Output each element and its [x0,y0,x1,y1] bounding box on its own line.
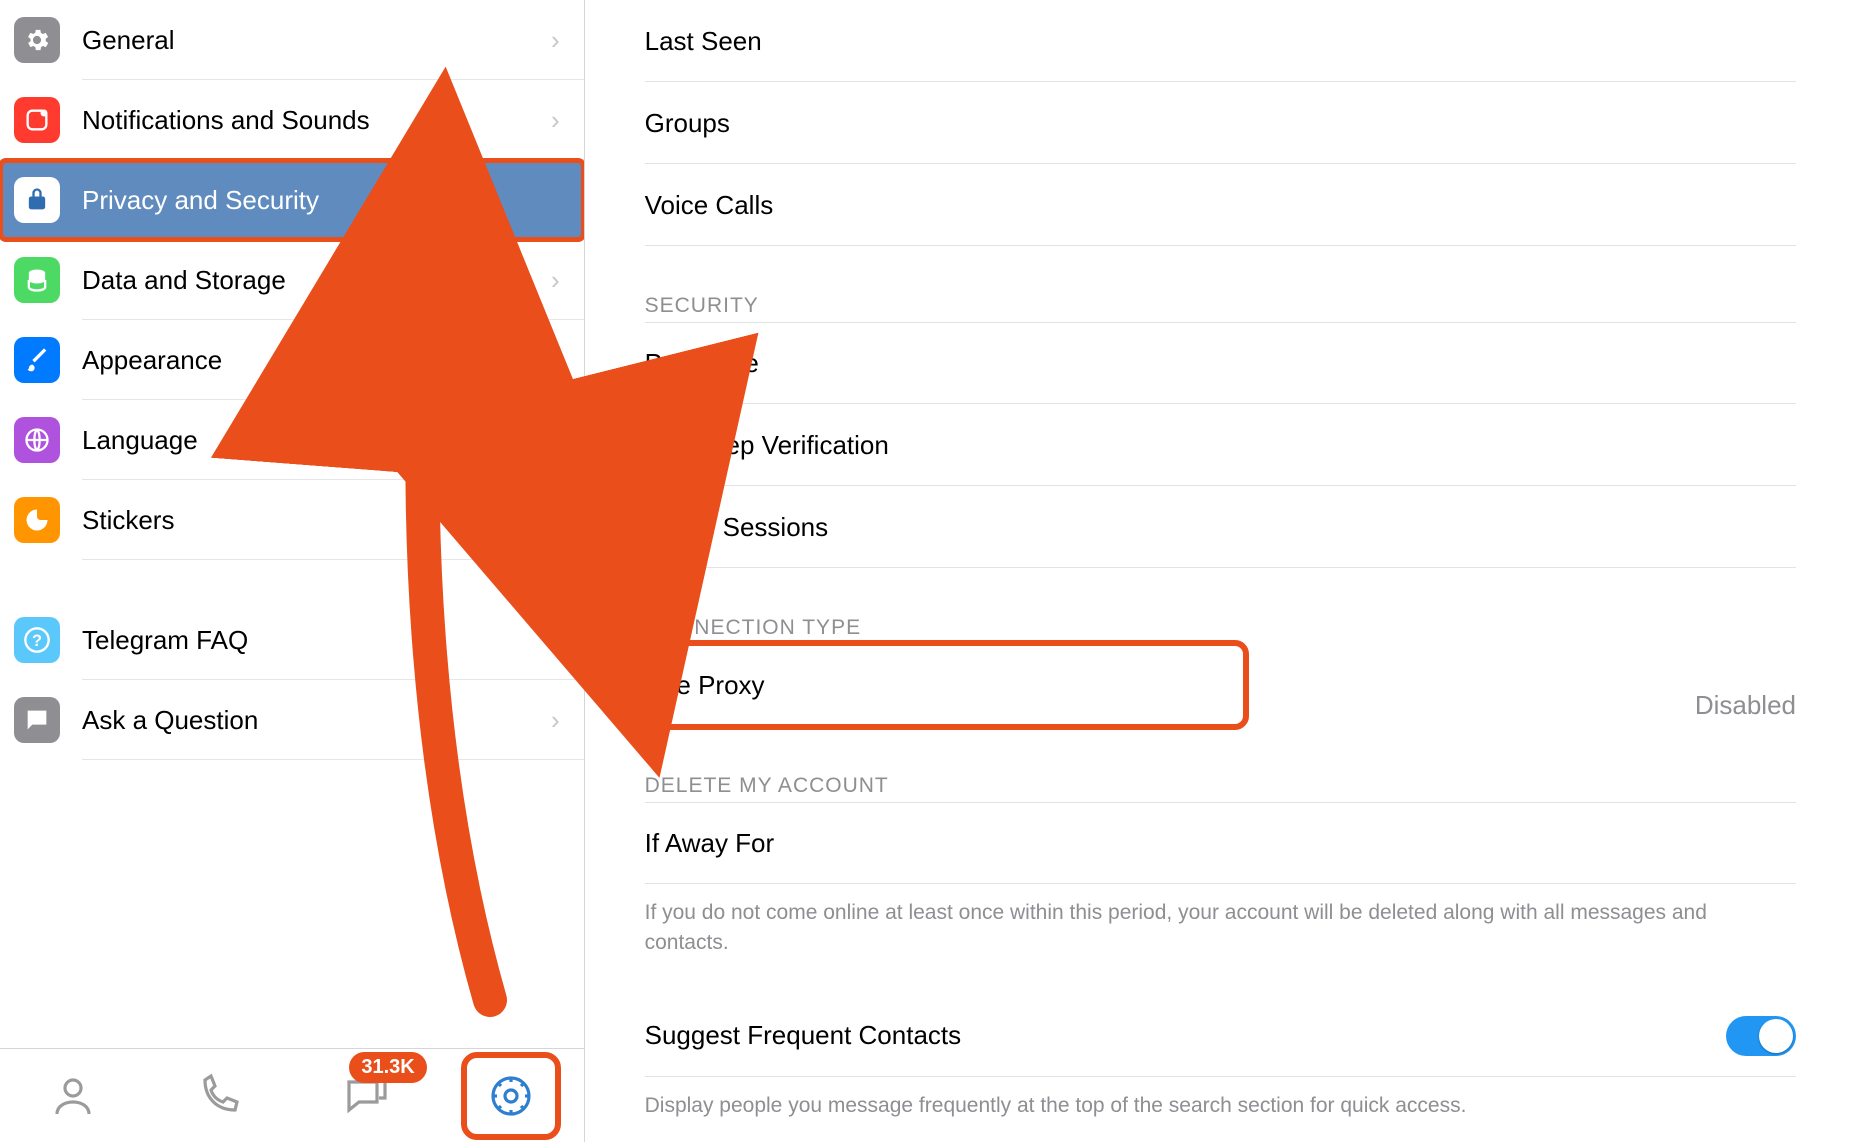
chevron-right-icon: › [551,265,560,296]
suggest-row[interactable]: Suggest Frequent Contacts [645,995,1796,1077]
row-label: Groups [645,108,730,139]
security-row-two-step[interactable]: Two-Step Verification [645,404,1796,486]
sidebar-item-label: Ask a Question [82,705,258,736]
sidebar-item-stickers[interactable]: Stickers › [0,480,584,560]
sidebar-item-ask-question[interactable]: Ask a Question › [0,680,584,760]
row-label: Suggest Frequent Contacts [645,1020,962,1051]
suggest-toggle[interactable] [1726,1016,1796,1056]
sidebar-item-label: Notifications and Sounds [82,105,370,136]
proxy-value: Disabled [1695,690,1796,721]
section-header-delete: DELETE MY ACCOUNT [645,774,1796,798]
row-label: Last Seen [645,26,762,57]
chevron-right-icon: › [551,625,560,656]
question-icon: ? [14,617,60,663]
privacy-row-last-seen[interactable]: Last Seen [645,0,1796,82]
delete-row-if-away[interactable]: If Away For [645,802,1796,884]
sidebar-item-general[interactable]: General › [0,0,584,80]
sidebar-item-notifications[interactable]: Notifications and Sounds › [0,80,584,160]
if-away-note: If you do not come online at least once … [645,898,1796,959]
sidebar-item-privacy-security[interactable]: Privacy and Security [0,160,584,240]
chevron-right-icon: › [551,345,560,376]
chevron-right-icon: › [551,705,560,736]
sidebar-item-appearance[interactable]: Appearance › [0,320,584,400]
tab-settings[interactable] [467,1058,555,1134]
globe-icon [14,417,60,463]
tab-contacts[interactable] [29,1058,117,1134]
unread-badge: 31.3K [349,1052,426,1083]
svg-text:?: ? [32,632,42,650]
sidebar-item-label: Language [82,425,198,456]
row-label: Use Proxy [645,670,765,701]
settings-sidebar-list: General › Notifications and Sounds › Pri… [0,0,584,1048]
chevron-right-icon: › [551,25,560,56]
tab-calls[interactable] [175,1058,263,1134]
section-header-connection: CONNECTION TYPE [645,616,1796,640]
chat-icon [14,697,60,743]
gear-icon [14,17,60,63]
security-row-passcode[interactable]: Passcode [645,322,1796,404]
row-label: Voice Calls [645,190,774,221]
row-label: Active Sessions [645,512,829,543]
sidebar-item-label: Data and Storage [82,265,286,296]
chevron-right-icon: › [551,105,560,136]
toggle-knob [1759,1019,1793,1053]
sidebar-item-faq[interactable]: ? Telegram FAQ › [0,600,584,680]
suggest-note: Display people you message frequently at… [645,1091,1796,1121]
section-header-security: SECURITY [645,294,1796,318]
connection-row-use-proxy[interactable]: Use Proxy [645,644,1245,726]
sidebar-item-label: General [82,25,175,56]
sidebar-item-label: Privacy and Security [82,185,319,216]
row-label: Two-Step Verification [645,430,889,461]
sticker-icon [14,497,60,543]
tab-chats[interactable]: 31.3K [321,1058,409,1134]
sidebar-item-label: Telegram FAQ [82,625,248,656]
database-icon [14,257,60,303]
sidebar-item-data-storage[interactable]: Data and Storage › [0,240,584,320]
security-row-active-sessions[interactable]: Active Sessions [645,486,1796,568]
row-label: If Away For [645,828,775,859]
sidebar-item-label: Appearance [82,345,222,376]
sidebar-item-language[interactable]: Language › [0,400,584,480]
bottom-tabbar: 31.3K [0,1048,584,1142]
settings-content-pane: Last Seen Groups Voice Calls SECURITY Pa… [585,0,1856,1142]
brush-icon [14,337,60,383]
app-root: General › Notifications and Sounds › Pri… [0,0,1856,1142]
row-label: Passcode [645,348,759,379]
chevron-right-icon: › [551,425,560,456]
sidebar-item-label: Stickers [82,505,174,536]
settings-sidebar: General › Notifications and Sounds › Pri… [0,0,585,1142]
chevron-right-icon: › [551,505,560,536]
bell-badge-icon [14,97,60,143]
privacy-row-voice-calls[interactable]: Voice Calls [645,164,1796,246]
privacy-row-groups[interactable]: Groups [645,82,1796,164]
lock-icon [14,177,60,223]
